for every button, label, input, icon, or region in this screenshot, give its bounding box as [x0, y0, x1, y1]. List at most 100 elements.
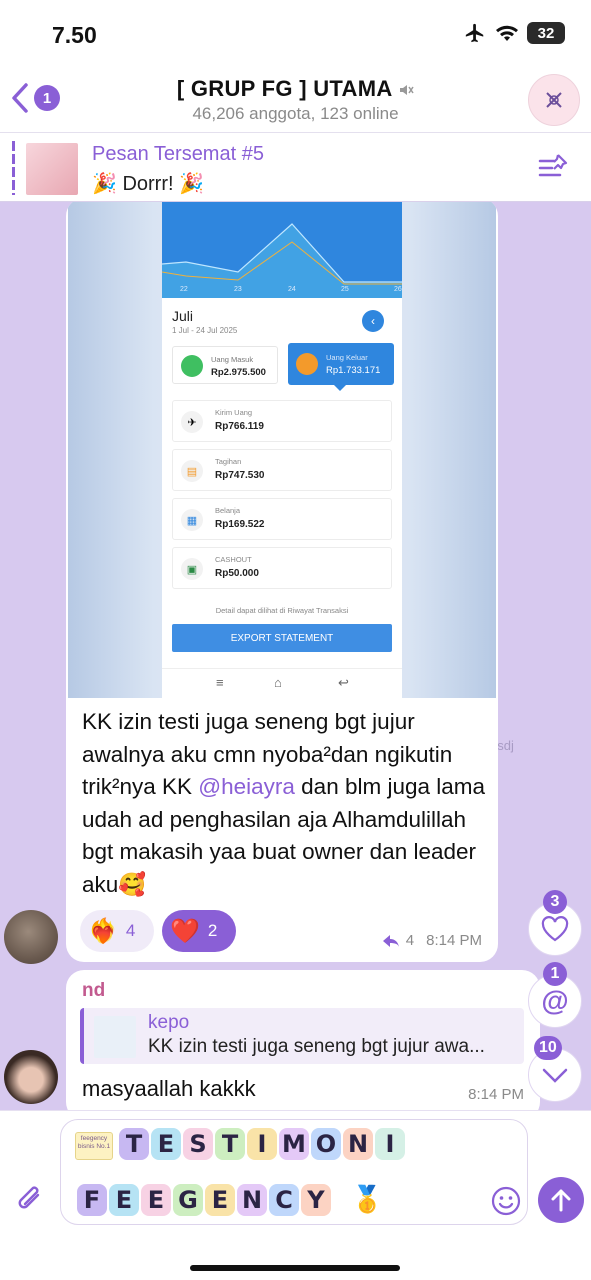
- sticker-letter: E: [109, 1184, 139, 1216]
- sticker-letter: F: [77, 1184, 107, 1216]
- clock: 7.50: [52, 22, 97, 48]
- pinned-text: 🎉 Dorrr! 🎉: [92, 173, 205, 195]
- sticker-letter: I: [247, 1128, 277, 1160]
- row-value: Rp747.530: [215, 470, 265, 481]
- message-time: 8:14 PM: [426, 932, 482, 949]
- chat-title-text: [ GRUP FG ] UTAMA: [176, 76, 392, 101]
- forward-count: 4: [405, 932, 415, 949]
- status-bar: 7.50 32: [0, 0, 591, 68]
- home-indicator: [190, 1265, 400, 1271]
- reply-author: kepo: [148, 1012, 190, 1033]
- cashout-icon: ▣: [181, 558, 203, 580]
- screenshot-export-button: EXPORT STATEMENT: [172, 624, 392, 652]
- send-button[interactable]: [538, 1177, 584, 1223]
- sticker-letter: Y: [301, 1184, 331, 1216]
- screenshot-row: ▤ Tagihan Rp747.530: [172, 449, 392, 491]
- reply-preview[interactable]: kepo KK izin testi juga seneng bgt jujur…: [80, 1008, 524, 1064]
- reaction-fire-heart[interactable]: ❤️‍🔥 4: [80, 910, 154, 952]
- status-icons: 32: [463, 22, 565, 44]
- sender-avatar[interactable]: [4, 1050, 58, 1104]
- medal-icon: 🥇: [351, 1184, 384, 1214]
- screenshot-chart: 22 23 24 25 26: [161, 202, 402, 298]
- screenshot-expense-card: Uang Keluar Rp1.733.171: [288, 343, 394, 391]
- unread-badge: 10: [534, 1036, 562, 1060]
- sticker-word-feegency: FEEGENCY: [77, 1184, 331, 1216]
- forward-icon: [382, 934, 399, 947]
- reaction-heart[interactable]: ❤️ 2: [162, 910, 236, 952]
- row-value: Rp50.000: [215, 568, 259, 579]
- sticker-letter: N: [343, 1128, 373, 1160]
- battery-icon: 32: [527, 22, 565, 44]
- message-text: KK izin testi juga seneng bgt jujur awal…: [82, 706, 486, 901]
- screenshot-row: ▣ CASHOUT Rp50.000: [172, 547, 392, 589]
- screenshot-navbar: ≡ ⌂ ↩: [162, 668, 402, 698]
- sender-avatar[interactable]: [4, 910, 58, 964]
- mention-link[interactable]: @heiayra: [198, 774, 295, 799]
- screenshot-chart-lines: [161, 223, 402, 298]
- tick: 23: [234, 286, 242, 293]
- screenshot-month: Juli: [172, 308, 194, 324]
- row-label: Kirim Uang: [215, 408, 253, 417]
- reaction-count: 4: [125, 921, 136, 940]
- screenshot-phone: 22 23 24 25 26 Juli 1 Jul - 24 Jul 2025 …: [161, 202, 402, 698]
- sticker-letter: T: [119, 1128, 149, 1160]
- tick: 22: [180, 286, 188, 293]
- row-value: Rp169.522: [215, 519, 265, 530]
- sticker-letter: I: [375, 1128, 405, 1160]
- reactions-badge: 3: [543, 890, 567, 914]
- shop-icon: ▦: [181, 509, 203, 531]
- row-label: CASHOUT: [215, 555, 252, 564]
- message-input[interactable]: feegency bisnis No.1 TESTIMONI FEEGENCY …: [60, 1119, 528, 1225]
- airplane-icon: [465, 23, 484, 43]
- fire-heart-icon: ❤️‍🔥: [88, 917, 118, 945]
- income-label: Uang Masuk: [211, 355, 254, 364]
- pinned-message-bar[interactable]: Pesan Tersemat #5 🎉 Dorrr! 🎉: [0, 132, 591, 202]
- attached-image[interactable]: 22 23 24 25 26 Juli 1 Jul - 24 Jul 2025 …: [68, 202, 496, 698]
- sticker-letter: T: [215, 1128, 245, 1160]
- tick: 24: [288, 286, 296, 293]
- expense-value: Rp1.733.171: [326, 365, 381, 376]
- arrow-up-icon: [551, 1189, 571, 1212]
- chat-header: 1 [ GRUP FG ] UTAMA 46,206 anggota, 123 …: [0, 68, 591, 132]
- heart-icon: ❤️: [170, 917, 200, 945]
- row-label: Tagihan: [215, 457, 242, 466]
- sticker-word-testimoni: TESTIMONI: [119, 1128, 405, 1160]
- chat-area[interactable]: asdj 22 23 24 25 26 Juli 1 Jul - 24 Jul …: [0, 202, 591, 1110]
- screenshot-income-card: Uang Masuk Rp2.975.500: [172, 346, 278, 384]
- group-logo-icon: [546, 92, 562, 108]
- expense-label: Uang Keluar: [326, 353, 368, 362]
- pinned-indicator: [12, 141, 15, 195]
- emoji-icon[interactable]: [490, 1185, 522, 1217]
- reply-message-bubble[interactable]: nd kepo KK izin testi juga seneng bgt ju…: [66, 970, 540, 1110]
- mentions-badge: 1: [543, 962, 567, 986]
- sticker-letter: S: [183, 1128, 213, 1160]
- reply-thumbnail: [94, 1016, 136, 1058]
- row-value: Rp766.119: [215, 421, 264, 432]
- heart-outline-icon: [541, 916, 569, 942]
- screenshot-row: ✈ Kirim Uang Rp766.119: [172, 400, 392, 442]
- reactions: ❤️‍🔥 4 ❤️ 2: [80, 910, 236, 952]
- screenshot-detail-note: Detail dapat dilihat di Riwayat Transaks…: [215, 606, 349, 615]
- message-time: 8:14 PM: [468, 1086, 524, 1103]
- pinned-title: Pesan Tersemat #5: [92, 143, 264, 165]
- screenshot-chevron-icon: ‹: [362, 310, 384, 332]
- income-value: Rp2.975.500: [211, 367, 266, 378]
- pin-list-icon[interactable]: [538, 151, 572, 181]
- chevron-down-icon: [542, 1068, 568, 1083]
- composer: feegency bisnis No.1 TESTIMONI FEEGENCY …: [0, 1110, 591, 1280]
- attach-icon[interactable]: [14, 1181, 46, 1217]
- sticker-letter: C: [269, 1184, 299, 1216]
- bill-icon: ▤: [181, 460, 203, 482]
- message-text: masyaallah kakkk: [82, 1076, 256, 1101]
- tick: 26: [394, 286, 402, 293]
- group-avatar[interactable]: [528, 74, 580, 126]
- message-bubble[interactable]: 22 23 24 25 26 Juli 1 Jul - 24 Jul 2025 …: [66, 202, 498, 962]
- screenshot-range: 1 Jul - 24 Jul 2025: [172, 326, 238, 335]
- arrow-down-icon: [181, 355, 203, 377]
- chat-title[interactable]: [ GRUP FG ] UTAMA: [0, 76, 591, 102]
- muted-icon: [400, 85, 414, 96]
- sender-name[interactable]: nd: [82, 980, 105, 1002]
- tick: 25: [341, 286, 349, 293]
- row-label: Belanja: [215, 506, 241, 515]
- wifi-icon: [496, 25, 518, 41]
